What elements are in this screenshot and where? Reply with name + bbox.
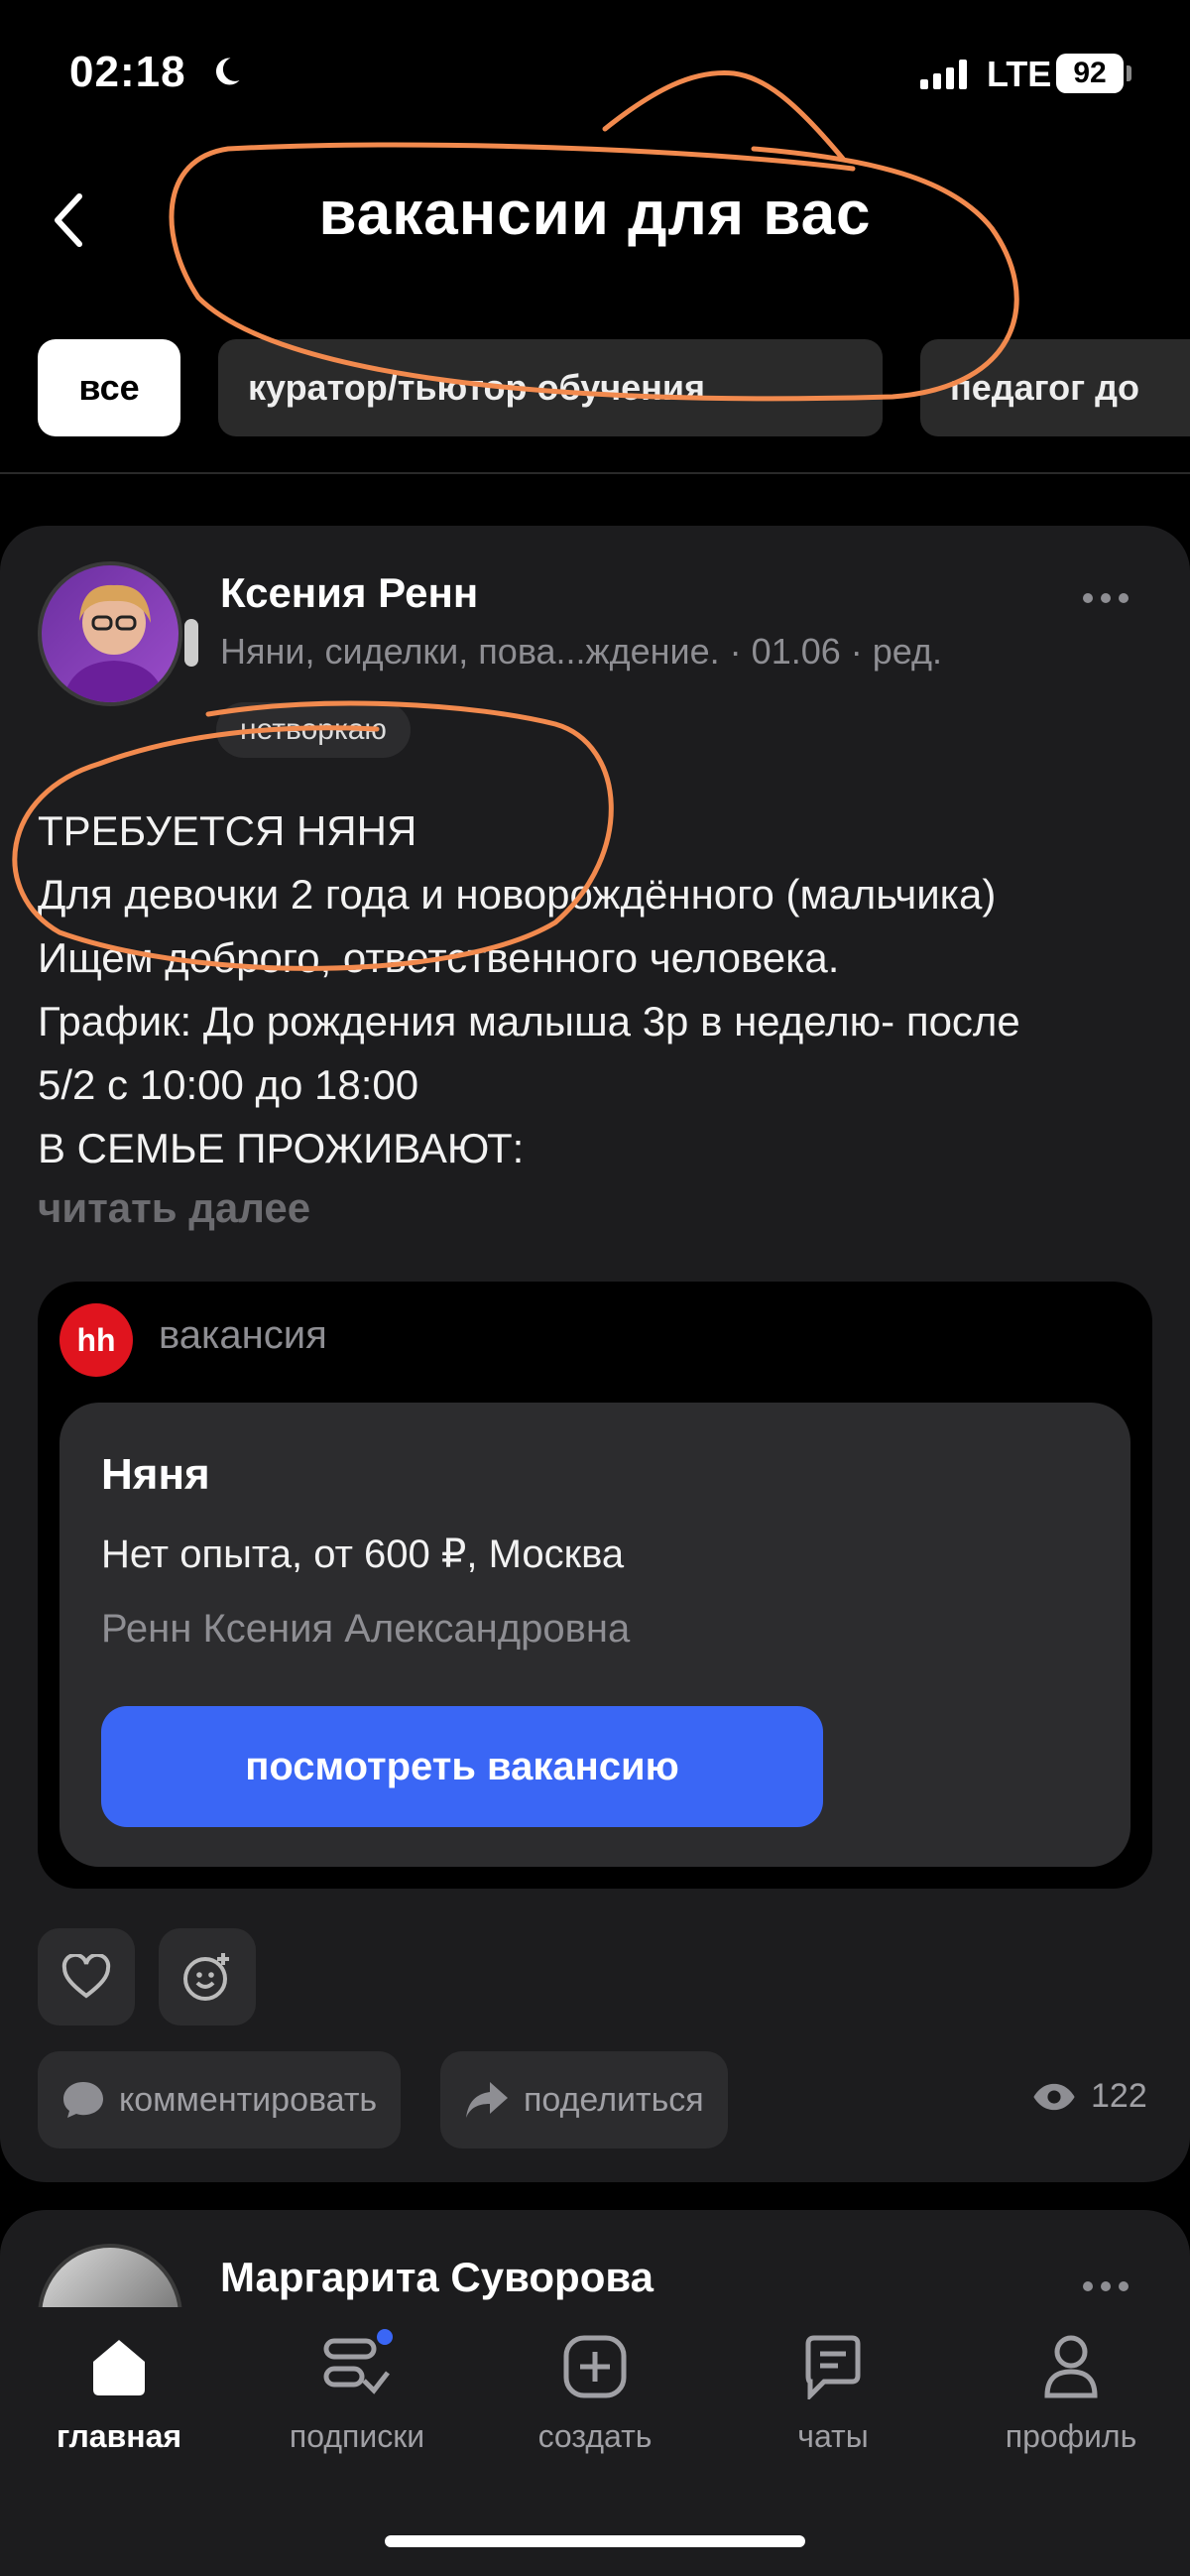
tab-label: чаты	[797, 2418, 869, 2454]
views-count: 122	[1091, 2077, 1147, 2115]
heart-icon	[61, 1954, 111, 1999]
status-badge: нетворкаю	[216, 702, 411, 758]
vacancy-info: Нет опыта, от 600 ₽, Москва	[101, 1533, 625, 1576]
share-icon	[466, 2082, 508, 2118]
page-title: вакансии для вас	[318, 180, 872, 248]
battery-tip	[1127, 65, 1131, 81]
tab-label: профиль	[1005, 2418, 1137, 2454]
tab-label: главная	[56, 2418, 182, 2454]
chip-curator[interactable]: куратор/тьютор обучения	[218, 339, 883, 436]
post-author[interactable]: Маргарита Суворова	[220, 2254, 654, 2301]
tab-create[interactable]: создать	[476, 2327, 714, 2455]
more-options-icon[interactable]	[1083, 593, 1129, 603]
network-type: LTE	[987, 54, 1052, 94]
tab-profile[interactable]: профиль	[952, 2327, 1190, 2455]
tab-label: создать	[537, 2418, 653, 2454]
header-divider	[0, 472, 1190, 474]
vacancy-company: Ренн Ксения Александровна	[101, 1607, 631, 1651]
battery-icon: 92	[1056, 54, 1124, 93]
post-meta: Няни, сиделки, пова...ждение. · 01.06 · …	[220, 631, 943, 672]
home-indicator	[385, 2535, 805, 2547]
embed-label: вакансия	[159, 1313, 327, 1357]
add-emoji-icon	[183, 1953, 229, 2001]
add-reaction-button[interactable]	[159, 1928, 256, 2025]
plus-square-icon	[559, 2327, 631, 2406]
home-icon	[83, 2327, 155, 2406]
vacancy-title: Няня	[101, 1450, 210, 1499]
post-text: ТРЕБУЕТСЯ НЯНЯ Для девочки 2 года и ново…	[38, 807, 1020, 1171]
moon-icon	[215, 58, 240, 85]
hh-logo-icon: hh	[60, 1303, 133, 1377]
chat-icon	[797, 2327, 869, 2406]
eye-icon	[1033, 2083, 1075, 2110]
chip-all[interactable]: все	[38, 339, 180, 436]
comment-icon	[63, 2082, 103, 2118]
subscriptions-icon	[321, 2327, 393, 2406]
views-counter: 122	[1031, 2077, 1147, 2116]
chip-teacher[interactable]: педагог до	[920, 339, 1190, 436]
signal-icon	[920, 58, 967, 89]
tab-home[interactable]: главная	[0, 2327, 238, 2455]
read-more-link[interactable]: читать далее	[38, 1184, 310, 1232]
share-label: поделиться	[524, 2080, 704, 2119]
view-vacancy-button[interactable]: посмотреть вакансию	[101, 1706, 823, 1827]
like-button[interactable]	[38, 1928, 135, 2025]
tab-subscriptions[interactable]: подписки	[238, 2327, 476, 2455]
comment-label: комментировать	[119, 2080, 378, 2119]
avatar[interactable]	[38, 561, 182, 706]
profile-icon	[1035, 2327, 1107, 2406]
post-author[interactable]: Ксения Ренн	[220, 569, 478, 617]
comment-button[interactable]: комментировать	[38, 2051, 402, 2148]
tab-chats[interactable]: чаты	[714, 2327, 952, 2455]
notification-dot	[377, 2329, 393, 2345]
status-time: 02:18	[69, 48, 186, 96]
story-indicator	[184, 619, 198, 667]
share-button[interactable]: поделиться	[440, 2051, 728, 2148]
more-options-icon[interactable]	[1083, 2281, 1129, 2291]
tab-label: подписки	[289, 2418, 425, 2454]
